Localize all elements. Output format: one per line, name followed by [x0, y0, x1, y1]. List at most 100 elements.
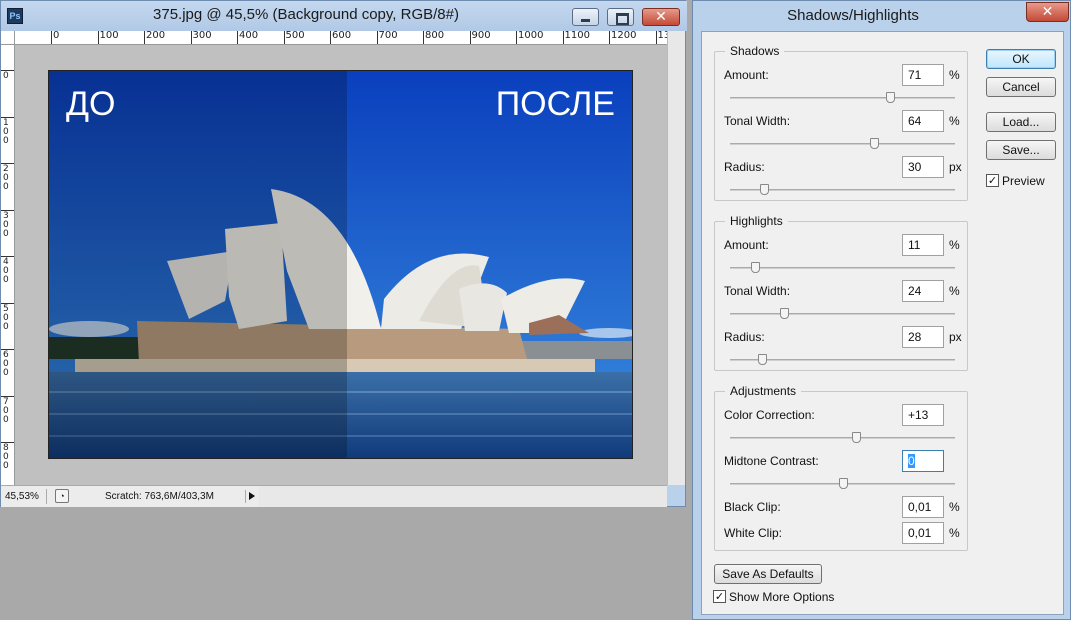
slider-thumb[interactable]: [757, 354, 767, 365]
cancel-button[interactable]: Cancel: [986, 77, 1056, 97]
slider-thumb[interactable]: [759, 184, 769, 195]
status-info-icon[interactable]: ◔: [55, 489, 69, 503]
load-button[interactable]: Load...: [986, 112, 1056, 132]
ruler-tick-label: 900: [471, 31, 491, 41]
highlights-radius-input[interactable]: 28: [902, 326, 944, 348]
shadows-amount-unit: %: [949, 68, 960, 82]
ruler-tick-label: 500: [3, 303, 9, 332]
ruler-tick-label: 500: [285, 31, 305, 41]
highlights-tonal-width-input[interactable]: 24: [902, 280, 944, 302]
ruler-tick: [655, 31, 657, 44]
slider-thumb[interactable]: [750, 262, 760, 273]
midtone-contrast-slider[interactable]: [730, 478, 955, 489]
color-correction-slider[interactable]: [730, 432, 955, 443]
slider-thumb[interactable]: [780, 308, 789, 319]
ruler-tick: [190, 31, 192, 44]
shadows-amount-slider[interactable]: [730, 92, 955, 103]
shadows-radius-slider[interactable]: [730, 184, 955, 195]
ok-button[interactable]: OK: [986, 49, 1056, 69]
ruler-origin[interactable]: [1, 31, 15, 45]
horizontal-scrollbar[interactable]: [259, 485, 667, 507]
highlights-group: Highlights Amount: 11 % Tonal Width: 24 …: [714, 214, 968, 371]
ruler-tick-label: 300: [3, 210, 9, 239]
highlights-radius-unit: px: [949, 330, 962, 344]
slider-thumb[interactable]: [885, 92, 895, 103]
highlights-tonal-width-unit: %: [949, 284, 960, 298]
midtone-contrast-input[interactable]: 0: [902, 450, 944, 472]
ruler-tick-label: 400: [239, 31, 259, 41]
ruler-tick-label: 0: [3, 71, 9, 81]
slider-thumb[interactable]: [852, 432, 861, 443]
ruler-tick: [376, 31, 378, 44]
shadows-radius-input[interactable]: 30: [902, 156, 944, 178]
ruler-tick-label: 200: [146, 31, 166, 41]
highlights-radius-slider[interactable]: [730, 354, 955, 365]
shadows-amount-input[interactable]: 71: [902, 64, 944, 86]
black-clip-label: Black Clip:: [724, 500, 781, 514]
slider-thumb[interactable]: [870, 138, 879, 149]
minimize-button[interactable]: [572, 8, 599, 26]
ruler-tick-label: 100: [3, 117, 9, 146]
close-icon: ✕: [655, 9, 667, 25]
ruler-tick: [51, 31, 52, 44]
ruler-tick-label: 800: [3, 443, 9, 471]
highlights-amount-unit: %: [949, 238, 960, 252]
highlights-amount-input[interactable]: 11: [902, 234, 944, 256]
ruler-tick: [516, 31, 517, 44]
color-correction-label: Color Correction:: [724, 408, 815, 422]
color-correction-input[interactable]: +13: [902, 404, 944, 426]
shadows-tonal-width-slider[interactable]: [730, 138, 955, 149]
close-window-button[interactable]: ✕: [642, 8, 680, 26]
document-titlebar[interactable]: Ps 375.jpg @ 45,5% (Background copy, RGB…: [1, 1, 687, 31]
dialog-close-button[interactable]: ✕: [1026, 2, 1069, 22]
status-menu-arrow-icon[interactable]: [245, 490, 257, 503]
vertical-scrollbar[interactable]: [667, 31, 685, 485]
dialog-titlebar[interactable]: Shadows/Highlights ✕: [693, 1, 1071, 31]
shadows-amount-label: Amount:: [724, 68, 769, 82]
shadows-tonal-width-input[interactable]: 64: [902, 110, 944, 132]
white-clip-input[interactable]: 0,01: [902, 522, 944, 544]
save-as-defaults-button[interactable]: Save As Defaults: [714, 564, 822, 584]
ruler-tick: [237, 31, 238, 44]
ruler-tick-label: 1300: [657, 31, 668, 41]
ruler-tick-label: 700: [378, 31, 398, 41]
black-clip-input[interactable]: 0,01: [902, 496, 944, 518]
save-button[interactable]: Save...: [986, 140, 1056, 160]
ruler-tick: [562, 31, 564, 44]
ruler-tick: [97, 31, 99, 44]
ruler-tick: [330, 31, 331, 44]
scratch-info: Scratch: 763,6M/403,3M: [105, 491, 214, 502]
ruler-tick-label: 400: [3, 257, 9, 285]
ruler-tick-label: 1200: [611, 31, 637, 41]
highlights-tonal-width-label: Tonal Width:: [724, 284, 791, 298]
highlights-group-title: Highlights: [725, 214, 788, 228]
photo-graphic: [49, 71, 632, 458]
ruler-tick: [469, 31, 471, 44]
preview-checkbox[interactable]: ✓: [986, 174, 999, 187]
highlights-tonal-width-slider[interactable]: [730, 308, 955, 319]
ruler-tick-label: 300: [192, 31, 212, 41]
shadows-highlights-dialog: Shadows/Highlights ✕ Shadows Amount: 71 …: [692, 0, 1071, 620]
preview-label[interactable]: Preview: [1002, 174, 1045, 188]
shadows-group-title: Shadows: [725, 44, 785, 58]
ruler-tick-label: 600: [332, 31, 352, 41]
opera-house-photo: ДО ПОСЛЕ: [48, 70, 633, 459]
ruler-tick: [609, 31, 610, 44]
before-label: ДО: [66, 85, 116, 123]
black-clip-unit: %: [949, 500, 960, 514]
zoom-level-field[interactable]: 45,53%: [5, 489, 47, 504]
canvas-area[interactable]: ДО ПОСЛЕ: [15, 45, 667, 485]
highlights-amount-slider[interactable]: [730, 262, 955, 273]
vertical-ruler[interactable]: 0 100 200 300 400 500 600 700 800: [1, 45, 15, 485]
close-icon: ✕: [1041, 4, 1054, 20]
slider-thumb[interactable]: [838, 478, 848, 489]
ruler-tick: [144, 31, 145, 44]
horizontal-ruler[interactable]: 0 100 200 300 400 500 600 700 800 900 1000 1100 1200…: [15, 31, 667, 45]
shadows-radius-unit: px: [949, 160, 962, 174]
maximize-button[interactable]: [607, 8, 634, 26]
white-clip-label: White Clip:: [724, 526, 783, 540]
ruler-tick-label: 1100: [564, 31, 590, 41]
show-more-options-checkbox[interactable]: ✓: [713, 590, 726, 603]
show-more-options-label[interactable]: Show More Options: [729, 590, 834, 604]
highlights-radius-label: Radius:: [724, 330, 765, 344]
